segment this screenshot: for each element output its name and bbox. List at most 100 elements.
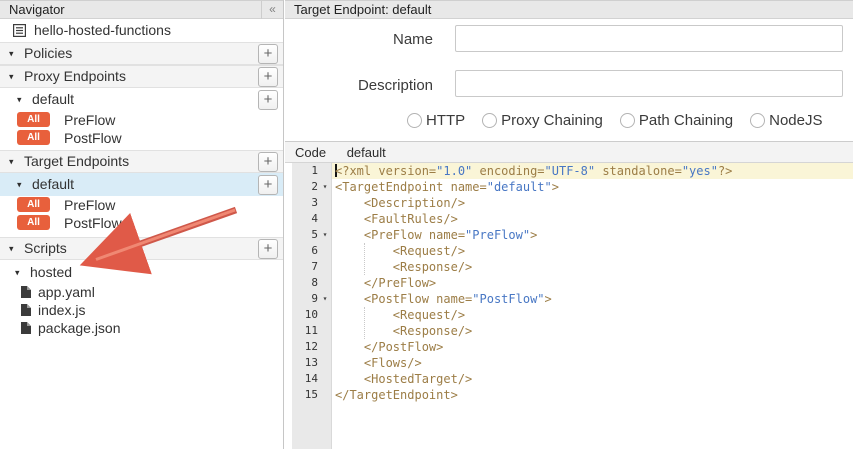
- fold-arrow-icon[interactable]: ▾: [318, 179, 332, 195]
- item-label: hello-hosted-functions: [34, 22, 171, 38]
- file-icon: [21, 304, 31, 316]
- code-line-15[interactable]: 15</TargetEndpoint>: [285, 387, 853, 403]
- sidebar-item-preflow[interactable]: AllPreFlow: [0, 196, 283, 214]
- code-line-3[interactable]: 3 <Description/>: [285, 195, 853, 211]
- add-button[interactable]: +: [258, 152, 278, 172]
- radio-label: HTTP: [426, 112, 465, 129]
- fold-arrow-icon[interactable]: ▾: [318, 291, 332, 307]
- code-line-14[interactable]: 14 <HostedTarget/>: [285, 371, 853, 387]
- navigator-header: Navigator «: [0, 0, 283, 19]
- code-line-7[interactable]: 7 <Response/>: [285, 259, 853, 275]
- sidebar-item-default[interactable]: ▾default+: [0, 88, 283, 111]
- line-number: 6: [292, 243, 318, 259]
- disclosure-triangle-icon[interactable]: ▾: [9, 43, 14, 64]
- tab-code[interactable]: Code: [295, 145, 326, 160]
- sidebar-item-package-json[interactable]: package.json: [0, 319, 283, 337]
- flow-condition-badge: All: [17, 197, 50, 212]
- code-line-text: <Response/>: [332, 259, 853, 275]
- line-number: 3: [292, 195, 318, 211]
- sidebar-item-index-js[interactable]: index.js: [0, 301, 283, 319]
- code-line-text: <HostedTarget/>: [332, 371, 853, 387]
- add-button[interactable]: +: [258, 44, 278, 64]
- sidebar-item-preflow[interactable]: AllPreFlow: [0, 111, 283, 129]
- flow-condition-badge: All: [17, 215, 50, 230]
- code-line-1[interactable]: 1<?xml version="1.0" encoding="UTF-8" st…: [285, 163, 853, 179]
- sidebar-item-app-yaml[interactable]: app.yaml: [0, 283, 283, 301]
- code-line-text: <?xml version="1.0" encoding="UTF-8" sta…: [332, 163, 853, 179]
- code-editor[interactable]: 1<?xml version="1.0" encoding="UTF-8" st…: [285, 163, 853, 449]
- sidebar-item-hello-hosted-functions[interactable]: hello-hosted-functions: [0, 19, 283, 42]
- radio-label: Path Chaining: [639, 112, 733, 129]
- name-input[interactable]: [455, 25, 843, 52]
- code-line-text: <Request/>: [332, 307, 853, 323]
- code-line-6[interactable]: 6 <Request/>: [285, 243, 853, 259]
- line-number: 5: [292, 227, 318, 243]
- code-line-10[interactable]: 10 <Request/>: [285, 307, 853, 323]
- line-number: 4: [292, 211, 318, 227]
- line-number: 10: [292, 307, 318, 323]
- fold-arrow-icon[interactable]: ▾: [318, 227, 332, 243]
- code-lines: 1<?xml version="1.0" encoding="UTF-8" st…: [285, 163, 853, 403]
- disclosure-triangle-icon[interactable]: ▾: [15, 262, 20, 283]
- code-line-text: <Response/>: [332, 323, 853, 339]
- add-button[interactable]: +: [258, 67, 278, 87]
- file-icon: [21, 286, 31, 298]
- code-file-name: default: [347, 145, 386, 160]
- code-line-text: </PreFlow>: [332, 275, 853, 291]
- code-line-13[interactable]: 13 <Flows/>: [285, 355, 853, 371]
- item-label: PostFlow: [64, 130, 122, 146]
- disclosure-triangle-icon[interactable]: ▾: [17, 88, 22, 111]
- code-line-text: <PreFlow name="PreFlow">: [332, 227, 853, 243]
- item-label: default: [32, 176, 74, 192]
- code-line-text: <PostFlow name="PostFlow">: [332, 291, 853, 307]
- flow-condition-badge: All: [17, 130, 50, 145]
- sidebar-item-hosted[interactable]: ▾ hosted: [0, 262, 283, 283]
- code-tab-bar: Code default: [285, 141, 853, 163]
- item-label: hosted: [30, 264, 72, 280]
- radio-circle-icon[interactable]: [407, 113, 422, 128]
- code-line-2[interactable]: 2▾<TargetEndpoint name="default">: [285, 179, 853, 195]
- code-line-4[interactable]: 4 <FaultRules/>: [285, 211, 853, 227]
- code-line-text: <Flows/>: [332, 355, 853, 371]
- disclosure-triangle-icon[interactable]: ▾: [17, 173, 22, 196]
- line-number: 12: [292, 339, 318, 355]
- add-button[interactable]: +: [258, 239, 278, 259]
- disclosure-triangle-icon[interactable]: ▾: [9, 238, 14, 259]
- sidebar-item-postflow[interactable]: AllPostFlow: [0, 214, 283, 232]
- code-line-9[interactable]: 9▾ <PostFlow name="PostFlow">: [285, 291, 853, 307]
- target-endpoint-title: Target Endpoint: default: [294, 2, 431, 17]
- sidebar-item-policies[interactable]: ▾Policies+: [0, 42, 283, 65]
- radio-http[interactable]: HTTP: [407, 112, 465, 129]
- add-button[interactable]: +: [258, 175, 278, 195]
- code-line-5[interactable]: 5▾ <PreFlow name="PreFlow">: [285, 227, 853, 243]
- code-line-11[interactable]: 11 <Response/>: [285, 323, 853, 339]
- target-type-radio-group: HTTP Proxy Chaining Path Chaining NodeJS: [407, 112, 823, 129]
- radio-circle-icon[interactable]: [750, 113, 765, 128]
- bundle-icon: [13, 24, 26, 37]
- add-button[interactable]: +: [258, 90, 278, 110]
- sidebar-item-default[interactable]: ▾ default +: [0, 173, 283, 196]
- radio-path-chaining[interactable]: Path Chaining: [620, 112, 733, 129]
- radio-circle-icon[interactable]: [482, 113, 497, 128]
- line-number: 14: [292, 371, 318, 387]
- indent-guide: [364, 243, 365, 275]
- item-label: PreFlow: [64, 112, 115, 128]
- radio-proxy-chaining[interactable]: Proxy Chaining: [482, 112, 603, 129]
- code-line-8[interactable]: 8 </PreFlow>: [285, 275, 853, 291]
- disclosure-triangle-icon[interactable]: ▾: [9, 66, 14, 87]
- description-label: Description: [285, 77, 433, 94]
- code-line-12[interactable]: 12 </PostFlow>: [285, 339, 853, 355]
- sidebar-item-proxy-endpoints[interactable]: ▾Proxy Endpoints+: [0, 65, 283, 88]
- code-line-text: </PostFlow>: [332, 339, 853, 355]
- sidebar-item-postflow[interactable]: All PostFlow: [0, 129, 283, 147]
- radio-circle-icon[interactable]: [620, 113, 635, 128]
- fold-arrow-icon: [318, 211, 332, 227]
- disclosure-triangle-icon[interactable]: ▾: [9, 151, 14, 172]
- radio-nodejs[interactable]: NodeJS: [750, 112, 822, 129]
- sidebar-item-target-endpoints[interactable]: ▾Target Endpoints+: [0, 150, 283, 173]
- code-line-text: <FaultRules/>: [332, 211, 853, 227]
- collapse-panel-icon[interactable]: «: [261, 1, 283, 19]
- radio-label: NodeJS: [769, 112, 822, 129]
- description-input[interactable]: [455, 70, 843, 97]
- sidebar-item-scripts[interactable]: ▾Scripts+: [0, 237, 283, 260]
